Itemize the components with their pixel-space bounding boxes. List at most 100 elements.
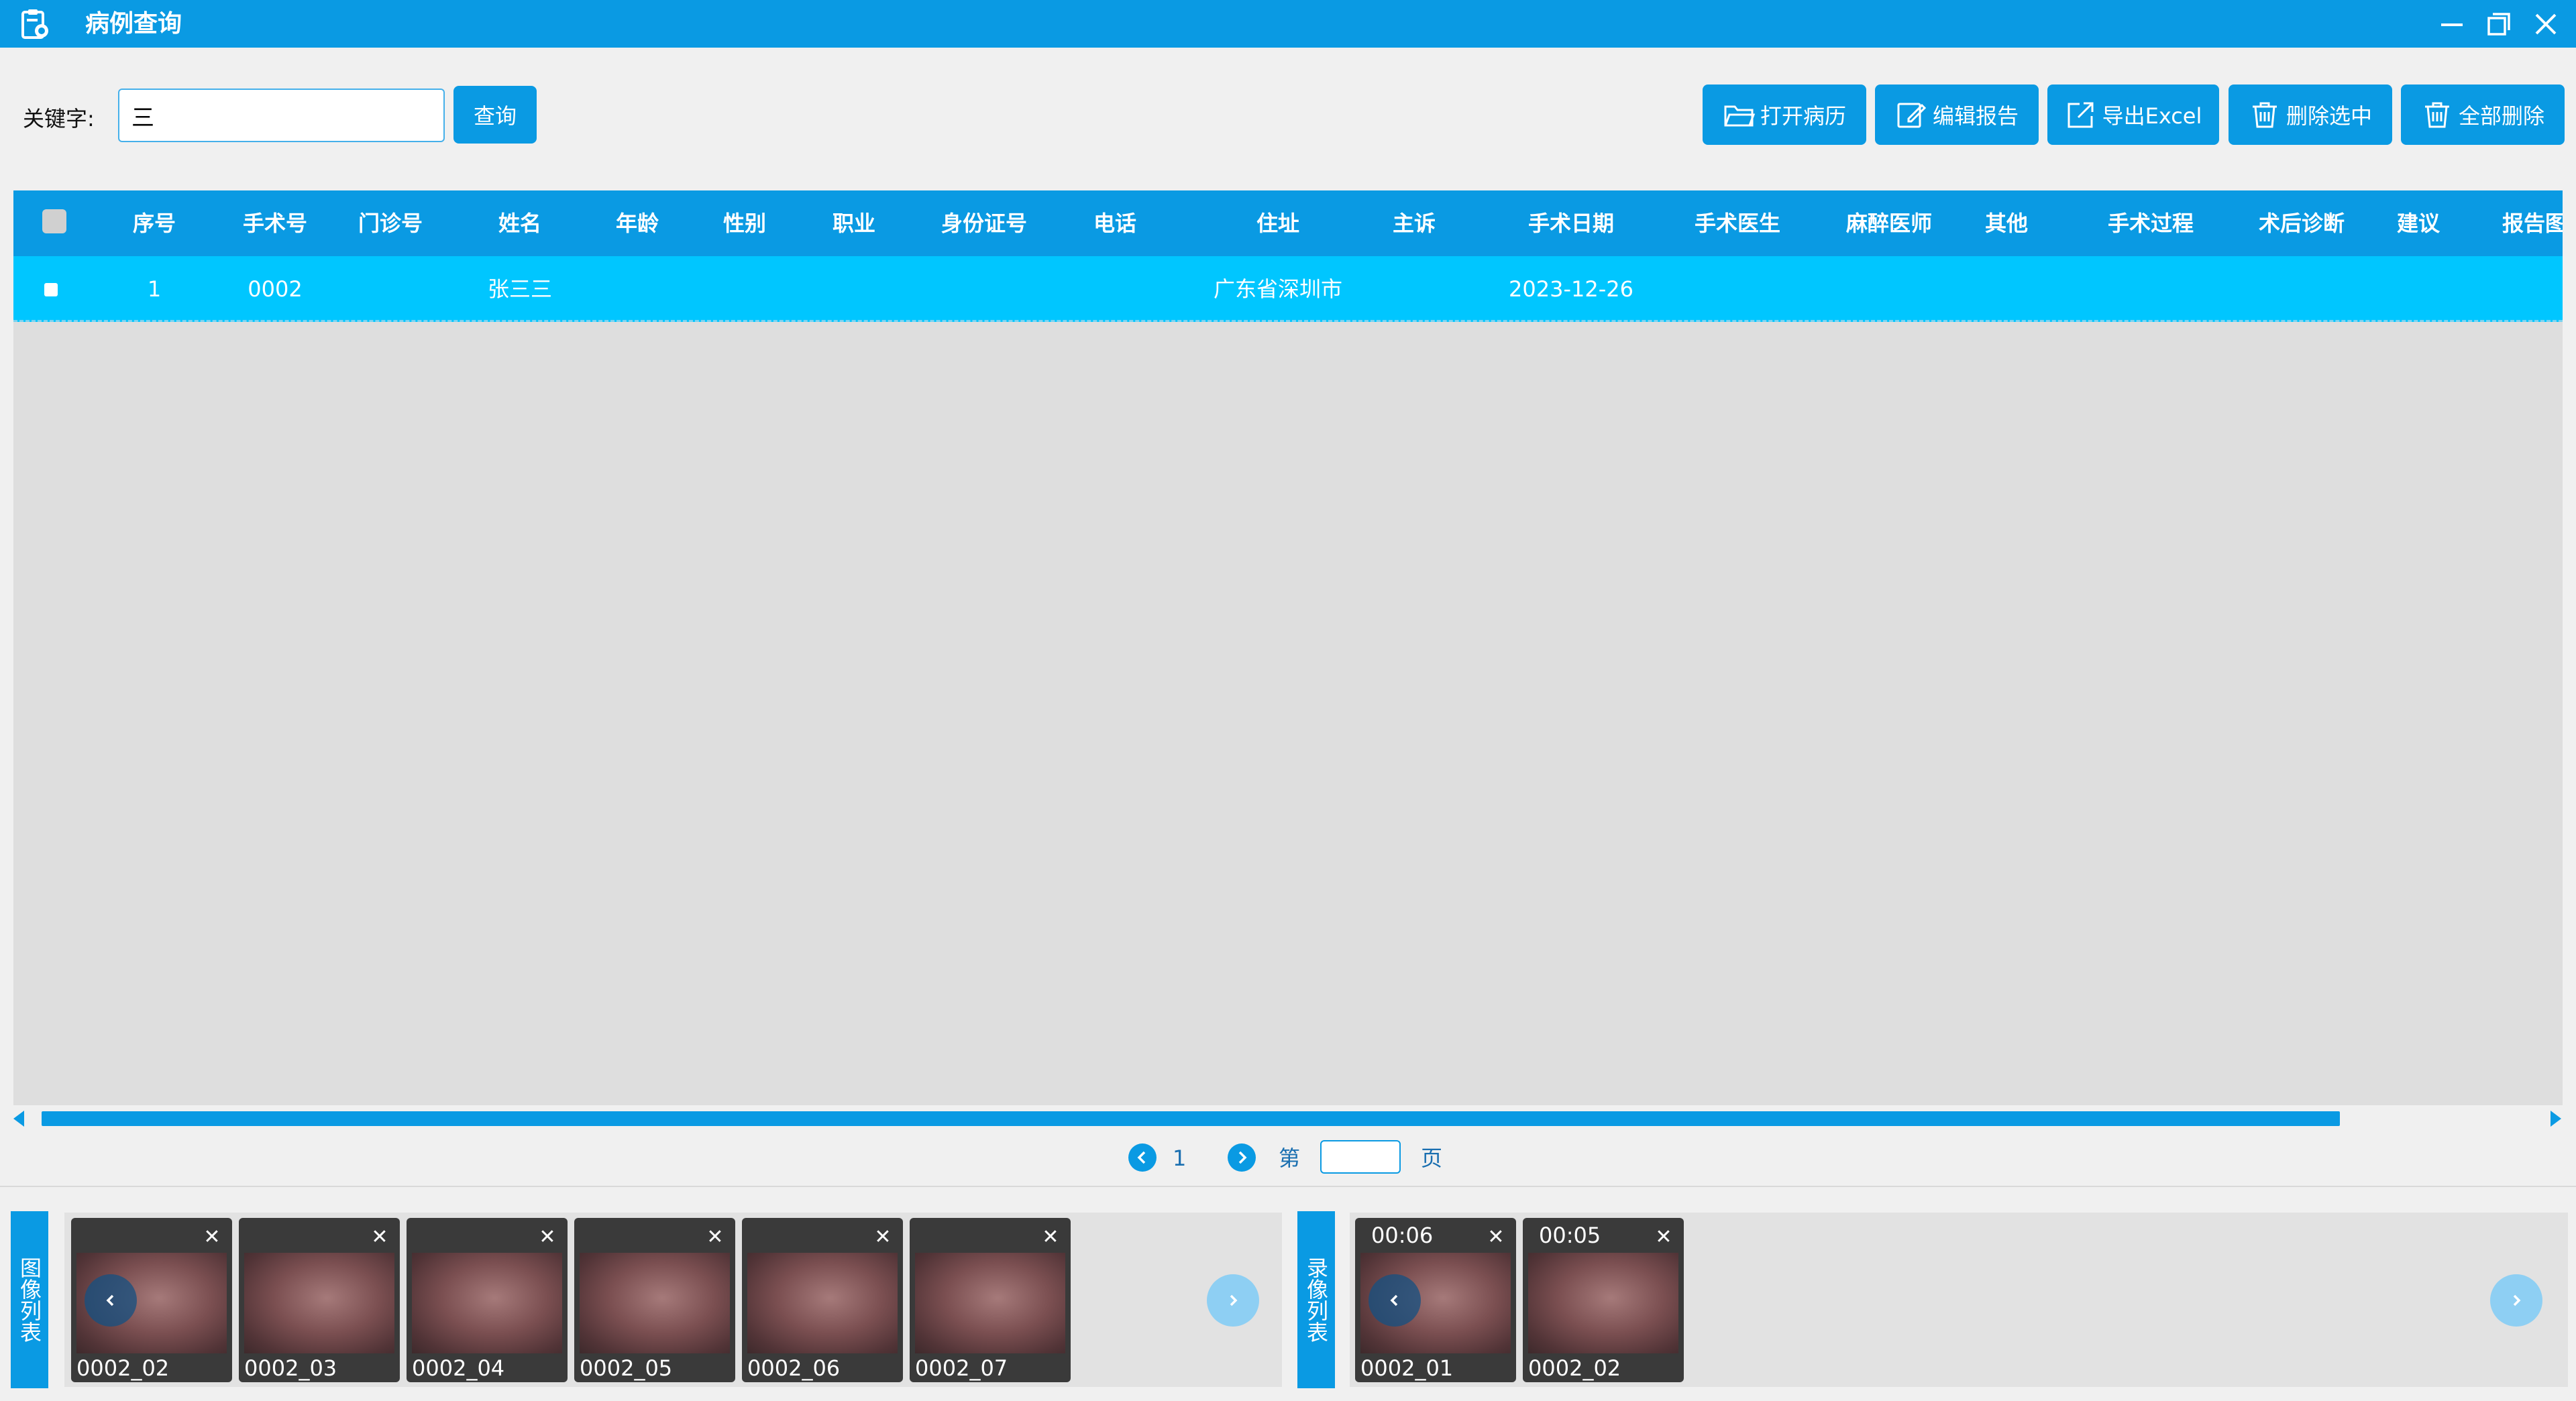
edit-icon: [1897, 103, 1927, 128]
minimize-button[interactable]: [2428, 0, 2475, 48]
page-suffix: 页: [1421, 1145, 1443, 1171]
column-header[interactable]: 手术日期: [1491, 190, 1652, 256]
cell-id-no: [904, 256, 1065, 322]
clipboard-icon: [21, 9, 48, 39]
table-row[interactable]: 1 0002 张三三 广东省深圳市 2023-12-26: [13, 256, 2563, 322]
next-page-button[interactable]: [1228, 1143, 1256, 1172]
current-page: 1: [1173, 1145, 1187, 1171]
horizontal-scrollbar[interactable]: [13, 1105, 2563, 1132]
video-thumbnail[interactable]: 00:05 ✕ 0002_02: [1523, 1218, 1684, 1382]
column-header[interactable]: 住址: [1211, 190, 1345, 256]
cell-seq: 1: [147, 276, 162, 302]
video-duration: 00:05: [1539, 1223, 1601, 1248]
page-prefix: 第: [1279, 1145, 1301, 1171]
image-thumbnail[interactable]: ✕ 0002_04: [407, 1218, 568, 1382]
thumbnail-name: 0002_03: [244, 1355, 337, 1381]
export-excel-button[interactable]: 导出Excel: [2047, 85, 2219, 145]
column-header[interactable]: 性别: [691, 190, 798, 256]
window-title: 病例查询: [85, 10, 182, 38]
image-list-prev-button[interactable]: [85, 1274, 137, 1327]
close-icon[interactable]: ✕: [869, 1223, 896, 1250]
column-header[interactable]: 报告图: [2502, 190, 2563, 256]
close-icon[interactable]: ✕: [1650, 1223, 1677, 1250]
thumbnail-name: 0002_02: [1528, 1355, 1621, 1381]
image-list-next-button[interactable]: [1207, 1274, 1259, 1327]
thumbnail-image: [580, 1253, 730, 1353]
cell-age: [584, 256, 691, 322]
thumbnail-image: [915, 1253, 1065, 1353]
column-header[interactable]: 职业: [800, 190, 908, 256]
column-header[interactable]: 术后诊断: [2221, 190, 2382, 256]
video-list-tab[interactable]: 录像列表: [1297, 1211, 1335, 1388]
cell-surgery-no: 0002: [248, 276, 303, 302]
cell-phone: [1061, 256, 1169, 322]
row-checkbox[interactable]: [44, 283, 58, 296]
export-icon: [2068, 102, 2094, 128]
trash-icon: [2252, 102, 2277, 128]
chevron-right-icon: [2513, 1294, 2521, 1306]
delete-selected-button[interactable]: 删除选中: [2229, 85, 2392, 145]
prev-page-button[interactable]: [1128, 1143, 1157, 1172]
thumbnail-image: [747, 1253, 898, 1353]
scroll-left-icon[interactable]: [13, 1111, 24, 1127]
column-header[interactable]: 电话: [1061, 190, 1169, 256]
column-header[interactable]: 年龄: [584, 190, 691, 256]
edit-report-label: 编辑报告: [1932, 103, 2019, 129]
column-header[interactable]: 序号: [101, 190, 208, 256]
image-thumbnail[interactable]: ✕ 0002_05: [574, 1218, 735, 1382]
image-list-tab[interactable]: 图像列表: [11, 1211, 48, 1388]
image-thumbnail[interactable]: ✕ 0002_03: [239, 1218, 400, 1382]
image-thumbnail[interactable]: ✕ 0002_06: [742, 1218, 903, 1382]
close-icon[interactable]: ✕: [199, 1223, 225, 1250]
keyword-input[interactable]: [118, 89, 445, 142]
thumbnail-name: 0002_02: [76, 1355, 170, 1381]
video-duration: 00:06: [1371, 1223, 1434, 1248]
keyword-label: 关键字:: [23, 106, 95, 131]
close-icon[interactable]: ✕: [366, 1223, 393, 1250]
column-header[interactable]: 门诊号: [337, 190, 444, 256]
close-icon[interactable]: ✕: [534, 1223, 561, 1250]
close-icon[interactable]: ✕: [1483, 1223, 1509, 1250]
cell-complaint: [1360, 256, 1468, 322]
column-header[interactable]: 手术医生: [1657, 190, 1818, 256]
export-excel-label: 导出Excel: [2102, 103, 2202, 129]
page-number-input[interactable]: [1320, 1140, 1401, 1174]
video-list-prev-button[interactable]: [1368, 1274, 1421, 1327]
column-header[interactable]: 主诉: [1360, 190, 1468, 256]
column-header[interactable]: 麻醉医师: [1809, 190, 1970, 256]
video-list-next-button[interactable]: [2490, 1274, 2542, 1327]
thumbnail-name: 0002_06: [747, 1355, 841, 1381]
thumbnail-image: [412, 1253, 562, 1353]
table-header: 序号 手术号 门诊号 姓名 年龄 性别 职业 身份证号 电话 住址 主诉 手术日…: [13, 190, 2563, 256]
close-icon[interactable]: ✕: [1037, 1223, 1064, 1250]
select-all-checkbox[interactable]: [42, 209, 66, 233]
thumbnail-name: 0002_07: [915, 1355, 1008, 1381]
edit-report-button[interactable]: 编辑报告: [1875, 85, 2039, 145]
open-record-button[interactable]: 打开病历: [1703, 85, 1866, 145]
delete-all-button[interactable]: 全部删除: [2401, 85, 2565, 145]
column-header[interactable]: 建议: [2365, 190, 2472, 256]
scrollbar-thumb[interactable]: [42, 1111, 2340, 1126]
column-header[interactable]: 姓名: [466, 190, 574, 256]
chevron-left-icon: [1390, 1294, 1398, 1306]
image-list-panel: ✕ 0002_02 ✕ 0002_03 ✕ 0002_04 ✕ 0002_05 …: [64, 1213, 1282, 1387]
column-header[interactable]: 手术号: [221, 190, 329, 256]
cell-surgery-date: 2023-12-26: [1509, 276, 1633, 302]
close-button[interactable]: [2522, 0, 2569, 48]
folder-icon: [1724, 105, 1755, 127]
chevron-right-icon: [1238, 1151, 1247, 1164]
scroll-right-icon[interactable]: [2551, 1111, 2561, 1127]
minimize-icon: [2441, 23, 2463, 26]
chevron-left-icon: [106, 1294, 114, 1306]
cell-occupation: [800, 256, 908, 322]
column-header[interactable]: 身份证号: [904, 190, 1065, 256]
restore-button[interactable]: [2475, 0, 2522, 48]
column-header[interactable]: 其他: [1953, 190, 2060, 256]
column-header[interactable]: 手术过程: [2070, 190, 2231, 256]
close-icon[interactable]: ✕: [702, 1223, 729, 1250]
image-thumbnail[interactable]: ✕ 0002_07: [910, 1218, 1071, 1382]
query-button[interactable]: 查询: [453, 86, 537, 144]
cell-gender: [691, 256, 798, 322]
thumbnail-image: [1528, 1253, 1678, 1353]
video-list-panel: 00:06 ✕ 0002_01 00:05 ✕ 0002_02: [1350, 1213, 2568, 1387]
